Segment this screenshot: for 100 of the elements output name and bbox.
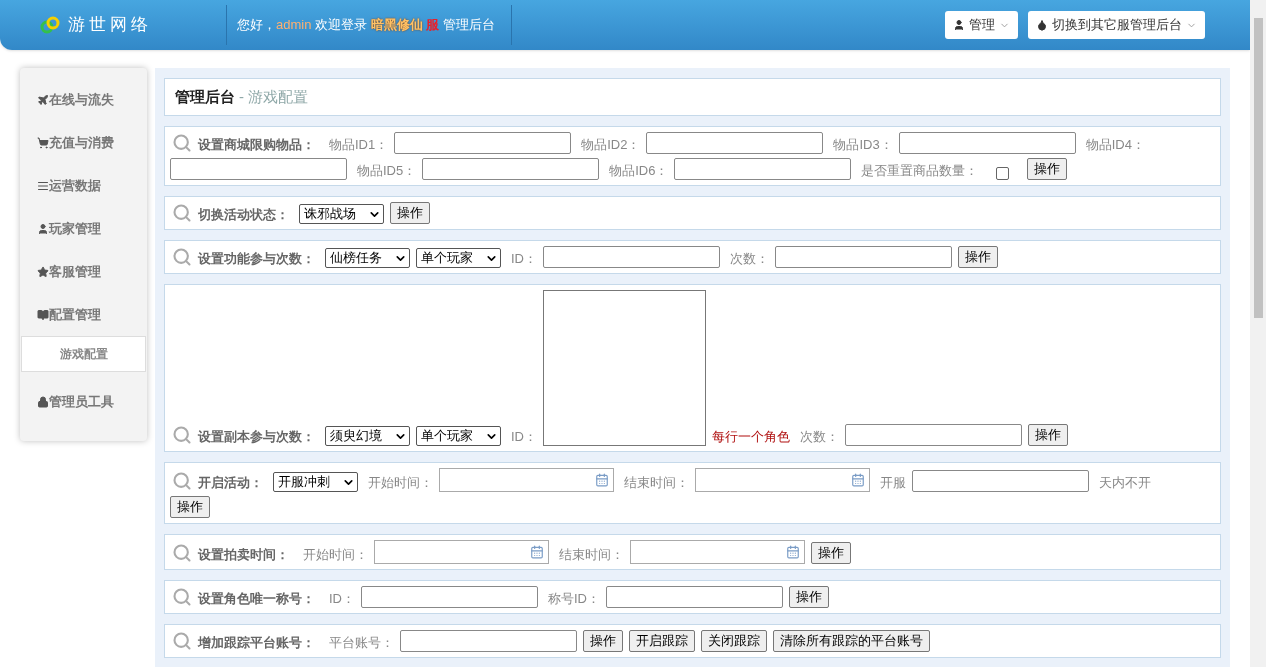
sidebar-item[interactable]: 玩家管理 [20,207,147,250]
star-icon [37,265,49,278]
input-field[interactable] [543,246,720,268]
form-title: 增加跟踪平台账号： [198,633,315,652]
action-button[interactable]: 操作 [1027,158,1068,180]
calendar-icon [786,545,800,559]
action-button[interactable]: 操作 [390,202,430,224]
drop-icon [1036,19,1048,31]
search-icon [172,247,192,267]
input-field[interactable] [646,132,824,154]
menu-button[interactable]: 管理 [945,11,1018,39]
field-label: ID： [511,249,537,268]
user-icon [37,222,49,235]
field-label: 结束时间： [559,545,624,564]
form-title: 设置商城限购物品： [198,135,315,154]
input-field[interactable] [361,586,538,608]
calendar-icon [595,473,609,487]
date-field[interactable] [695,468,870,492]
search-icon [172,203,192,223]
input-field[interactable] [775,246,952,268]
field-label: 物品ID3： [833,135,893,154]
field-label: 结束时间： [624,473,689,492]
dropdown[interactable]: 单个玩家 [416,248,501,268]
greeting-text: 您好，admin 欢迎登录 暗黑修仙 服 管理后台 [236,16,496,35]
plane-icon [37,93,49,106]
input-field[interactable] [400,630,577,652]
checkbox[interactable] [996,167,1010,180]
action-button[interactable]: 操作 [583,630,623,652]
form-title: 设置拍卖时间： [198,545,289,564]
user-icon [953,19,965,31]
input-field[interactable] [606,586,783,608]
calendar-icon [530,545,544,559]
input-field[interactable] [170,158,347,180]
action-button[interactable]: 操作 [789,586,829,608]
field-label: ID： [329,589,355,608]
input-field[interactable] [394,132,572,154]
dropdown[interactable]: 仙榜任务 [325,248,410,268]
sidebar-item[interactable]: 充值与消费 [20,121,147,164]
search-icon [172,587,192,607]
field-label: 平台账号： [329,633,394,652]
calendar-icon [851,473,865,487]
form-title: 切换活动状态： [198,205,289,224]
field-label: 次数： [800,427,839,446]
field-label: 物品ID4： [1085,135,1145,154]
action-button[interactable]: 操作 [811,542,851,564]
form-title: 设置副本参与次数： [198,427,315,446]
breadcrumb-root: 管理后台 [175,86,235,107]
field-label: 开服 [880,473,906,492]
action-button[interactable]: 操作 [1028,424,1068,446]
dropdown[interactable]: 开服冲刺 [273,472,358,492]
form-title: 设置功能参与次数： [198,249,315,268]
book-icon [37,308,49,321]
field-label: ID： [511,427,537,446]
dropdown[interactable]: 诛邪战场 [299,204,384,224]
sidebar-item[interactable]: 配置管理 [20,293,147,336]
action-button[interactable]: 开启跟踪 [629,630,695,652]
scrollbar-thumb[interactable] [1253,18,1263,318]
dropdown[interactable]: 须臾幻境 [325,426,410,446]
field-label: 称号ID： [548,589,600,608]
date-field[interactable] [630,540,805,564]
breadcrumb-current: - 游戏配置 [239,86,309,107]
field-label: 物品ID1： [329,135,389,154]
sidebar-item[interactable]: 管理员工具 [20,380,147,423]
field-label: 物品ID5： [357,161,417,180]
logo-text: 游世网络 [68,13,152,37]
field-label: 开始时间： [368,473,433,492]
search-icon [172,631,192,651]
input-field[interactable] [845,424,1022,446]
form-title: 开启活动： [198,473,263,492]
field-label: 次数： [730,249,769,268]
list-icon [37,179,49,192]
date-field[interactable] [374,540,549,564]
search-icon [172,471,192,491]
sidebar-item[interactable]: 客服管理 [20,250,147,293]
form-title: 设置角色唯一称号： [198,589,315,608]
date-field[interactable] [439,468,614,492]
menu-button[interactable]: 切换到其它服管理后台 [1028,11,1205,39]
input-field[interactable] [422,158,600,180]
dropdown[interactable]: 单个玩家 [416,426,501,446]
field-label: 物品ID6： [609,161,669,180]
search-icon [172,133,192,153]
action-button[interactable]: 清除所有跟踪的平台账号 [773,630,930,652]
input-field[interactable] [898,132,1076,154]
lock-icon [37,395,49,408]
input-field[interactable] [912,470,1089,492]
hint-text: 每行一个角色 [712,427,790,446]
action-button[interactable]: 关闭跟踪 [701,630,767,652]
action-button[interactable]: 操作 [170,496,210,518]
field-label: 物品ID2： [581,135,641,154]
field-label: 是否重置商品数量： [861,161,979,180]
logo-icon [40,16,60,34]
input-field[interactable] [674,158,852,180]
field-label: 天内不开 [1099,473,1151,492]
search-icon [172,425,192,445]
cart-icon [37,136,49,149]
action-button[interactable]: 操作 [958,246,998,268]
sidebar-item[interactable]: 在线与流失 [20,78,147,121]
sidebar-subitem[interactable]: 游戏配置 [21,336,146,372]
sidebar-item[interactable]: 运营数据 [20,164,147,207]
text-area[interactable] [543,290,706,446]
